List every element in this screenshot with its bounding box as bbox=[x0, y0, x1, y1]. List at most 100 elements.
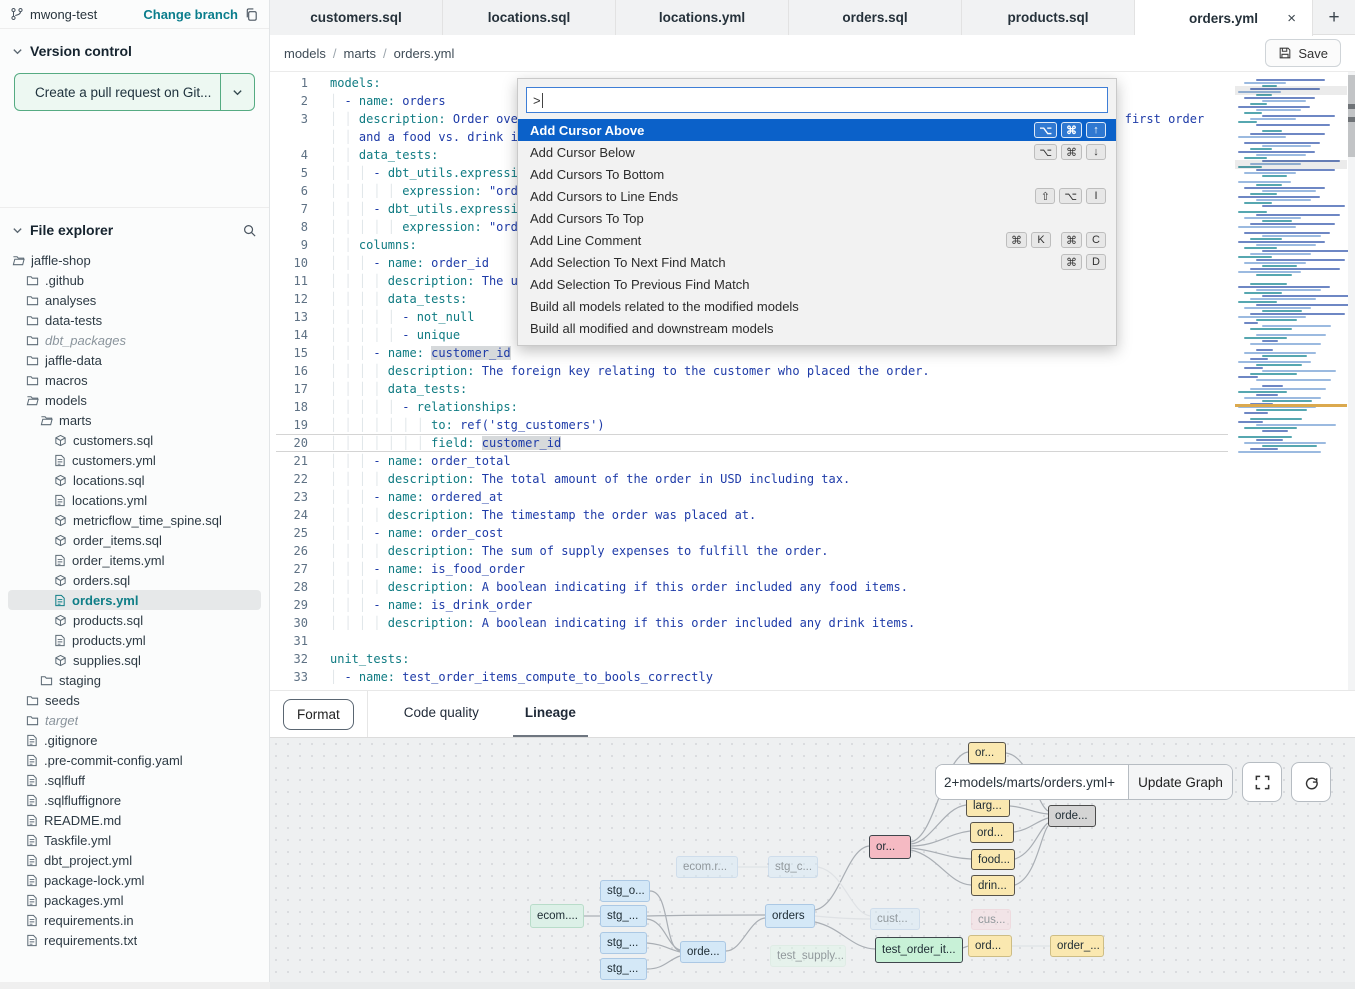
tab-locations.yml[interactable]: locations.yml bbox=[616, 0, 789, 35]
file-tree-item-packages.yml[interactable]: packages.yml bbox=[8, 890, 261, 910]
lineage-node-drin[interactable]: drin... bbox=[971, 875, 1015, 896]
lineage-node-or[interactable]: or... bbox=[968, 742, 1006, 764]
tab-orders.yml[interactable]: orders.yml× bbox=[1135, 0, 1313, 36]
palette-item-add-cursors-to-line-ends[interactable]: Add Cursors to Line Ends⇧⌥I bbox=[518, 185, 1116, 207]
file-tree-item-requirements.txt[interactable]: requirements.txt bbox=[8, 930, 261, 950]
file-tree-item-package-lock.yml[interactable]: package-lock.yml bbox=[8, 870, 261, 890]
code-line-30[interactable]: 30│ │ │ │ description: A boolean indicat… bbox=[270, 614, 1350, 632]
file-tree-item-taskfile.yml[interactable]: Taskfile.yml bbox=[8, 830, 261, 850]
file-tree-item-.sqlfluff[interactable]: .sqlfluff bbox=[8, 770, 261, 790]
file-tree-item-dbt-packages[interactable]: dbt_packages bbox=[8, 330, 261, 350]
lineage-node-stg_[interactable]: stg_... bbox=[600, 958, 647, 980]
breadcrumb-item[interactable]: orders.yml bbox=[394, 46, 455, 61]
file-tree-item-locations.sql[interactable]: locations.sql bbox=[8, 470, 261, 490]
lineage-node-ecomr[interactable]: ecom.r... bbox=[676, 856, 738, 878]
file-tree-item-macros[interactable]: macros bbox=[8, 370, 261, 390]
tab-orders.sql[interactable]: orders.sql bbox=[789, 0, 962, 35]
code-line-23[interactable]: 23│ │ │ - name: ordered_at bbox=[270, 488, 1350, 506]
code-line-16[interactable]: 16│ │ │ │ description: The foreign key r… bbox=[270, 362, 1350, 380]
file-tree-item-target[interactable]: target bbox=[8, 710, 261, 730]
lineage-node-test_supply[interactable]: test_supply... bbox=[770, 945, 846, 967]
file-tree-item-locations.yml[interactable]: locations.yml bbox=[8, 490, 261, 510]
file-tree-item-jaffle-shop[interactable]: jaffle-shop bbox=[8, 250, 261, 270]
lineage-selector-input[interactable] bbox=[936, 765, 1128, 799]
file-tree-item-seeds[interactable]: seeds bbox=[8, 690, 261, 710]
format-button[interactable]: Format bbox=[283, 699, 354, 730]
file-tree-item-models[interactable]: models bbox=[8, 390, 261, 410]
palette-input[interactable]: > bbox=[526, 87, 1108, 113]
lineage-node-stg_[interactable]: stg_... bbox=[600, 932, 647, 954]
code-line-22[interactable]: 22│ │ │ │ description: The total amount … bbox=[270, 470, 1350, 488]
palette-item-add-cursor-above[interactable]: Add Cursor Above⌥⌘↑ bbox=[518, 119, 1116, 141]
palette-item-add-cursor-below[interactable]: Add Cursor Below⌥⌘↓ bbox=[518, 141, 1116, 163]
file-tree-item-requirements.in[interactable]: requirements.in bbox=[8, 910, 261, 930]
file-tree-item-.github[interactable]: .github bbox=[8, 270, 261, 290]
change-branch-link[interactable]: Change branch bbox=[143, 7, 238, 22]
save-button[interactable]: Save bbox=[1265, 39, 1341, 67]
file-explorer-header[interactable]: File explorer bbox=[0, 208, 269, 248]
breadcrumb-item[interactable]: models bbox=[284, 46, 326, 61]
lineage-node-order_[interactable]: order_... bbox=[1050, 935, 1104, 957]
editor-scrollbar[interactable] bbox=[1348, 72, 1355, 690]
palette-item-add-cursors-to-bottom[interactable]: Add Cursors To Bottom bbox=[518, 163, 1116, 185]
minimap[interactable] bbox=[1235, 76, 1347, 464]
file-tree-item-products.yml[interactable]: products.yml bbox=[8, 630, 261, 650]
file-tree-item-staging[interactable]: staging bbox=[8, 670, 261, 690]
file-tree-item-marts[interactable]: marts bbox=[8, 410, 261, 430]
lineage-node-stg_c[interactable]: stg_c... bbox=[768, 856, 818, 878]
version-control-header[interactable]: Version control bbox=[0, 29, 269, 69]
code-line-29[interactable]: 29│ │ │ - name: is_drink_order bbox=[270, 596, 1350, 614]
code-line-15[interactable]: 15│ │ │ - name: customer_id bbox=[270, 344, 1350, 362]
tab-locations.sql[interactable]: locations.sql bbox=[443, 0, 616, 35]
panel-tab-lineage[interactable]: Lineage bbox=[513, 691, 588, 738]
file-tree-item-readme.md[interactable]: README.md bbox=[8, 810, 261, 830]
file-tree-item-.sqlfluffignore[interactable]: .sqlfluffignore bbox=[8, 790, 261, 810]
search-icon[interactable] bbox=[242, 223, 257, 238]
code-line-33[interactable]: 33│ - name: test_order_items_compute_to_… bbox=[270, 668, 1350, 686]
lineage-node-test_order_it[interactable]: test_order_it... bbox=[875, 937, 963, 963]
palette-item-add-selection-to-previous-find-match[interactable]: Add Selection To Previous Find Match bbox=[518, 273, 1116, 295]
file-tree-item-jaffle-data[interactable]: jaffle-data bbox=[8, 350, 261, 370]
palette-item-build-all-modified-and-downstream-models[interactable]: Build all modified and downstream models bbox=[518, 317, 1116, 339]
code-line-28[interactable]: 28│ │ │ │ description: A boolean indicat… bbox=[270, 578, 1350, 596]
file-tree-item-orders.sql[interactable]: orders.sql bbox=[8, 570, 261, 590]
lineage-node-stg_o[interactable]: stg_o... bbox=[600, 880, 650, 902]
lineage-node-orde[interactable]: orde... bbox=[1048, 805, 1096, 827]
file-tree-item-orders.yml[interactable]: orders.yml bbox=[8, 590, 261, 610]
lineage-node-orde[interactable]: orde... bbox=[680, 941, 726, 963]
lineage-node-ord[interactable]: ord... bbox=[970, 822, 1014, 843]
lineage-node-ord[interactable]: ord... bbox=[968, 935, 1012, 957]
code-line-18[interactable]: 18│ │ │ │ │ - relationships: bbox=[270, 398, 1350, 416]
file-tree-item-metricflow-time-spine.sql[interactable]: metricflow_time_spine.sql bbox=[8, 510, 261, 530]
code-line-24[interactable]: 24│ │ │ │ description: The timestamp the… bbox=[270, 506, 1350, 524]
file-tree-item-products.sql[interactable]: products.sql bbox=[8, 610, 261, 630]
pr-dropdown-button[interactable] bbox=[220, 74, 254, 110]
code-line-31[interactable]: 31 bbox=[270, 632, 1350, 650]
update-graph-button[interactable]: Update Graph bbox=[1128, 765, 1232, 799]
new-tab-button[interactable]: + bbox=[1313, 0, 1355, 35]
file-tree-item-.pre-commit-config.yaml[interactable]: .pre-commit-config.yaml bbox=[8, 750, 261, 770]
code-line-26[interactable]: 26│ │ │ │ description: The sum of supply… bbox=[270, 542, 1350, 560]
file-tree-item-analyses[interactable]: analyses bbox=[8, 290, 261, 310]
code-line-32[interactable]: 32unit_tests: bbox=[270, 650, 1350, 668]
lineage-node-cus[interactable]: cus... bbox=[971, 909, 1011, 930]
palette-item-add-selection-to-next-find-match[interactable]: Add Selection To Next Find Match⌘D bbox=[518, 251, 1116, 273]
lineage-node-orders[interactable]: orders bbox=[765, 904, 815, 928]
refresh-button[interactable] bbox=[1291, 762, 1331, 802]
file-tree-item-order-items.yml[interactable]: order_items.yml bbox=[8, 550, 261, 570]
file-tree-item-data-tests[interactable]: data-tests bbox=[8, 310, 261, 330]
lineage-node-stg_[interactable]: stg_... bbox=[600, 905, 647, 927]
code-line-17[interactable]: 17│ │ │ │ data_tests: bbox=[270, 380, 1350, 398]
file-tree-item-supplies.sql[interactable]: supplies.sql bbox=[8, 650, 261, 670]
file-tree-item-order-items.sql[interactable]: order_items.sql bbox=[8, 530, 261, 550]
horizontal-scrollbar-track[interactable] bbox=[270, 982, 1355, 989]
fullscreen-button[interactable] bbox=[1242, 762, 1282, 802]
copy-branch-icon[interactable] bbox=[244, 7, 259, 22]
code-line-25[interactable]: 25│ │ │ - name: order_cost bbox=[270, 524, 1350, 542]
lineage-node-cust[interactable]: cust... bbox=[870, 908, 920, 930]
file-tree-item-customers.sql[interactable]: customers.sql bbox=[8, 430, 261, 450]
file-tree-item-customers.yml[interactable]: customers.yml bbox=[8, 450, 261, 470]
create-pr-button[interactable]: Create a pull request on Git... bbox=[14, 73, 255, 111]
palette-item-add-cursors-to-top[interactable]: Add Cursors To Top bbox=[518, 207, 1116, 229]
lineage-node-or[interactable]: or... bbox=[869, 835, 911, 859]
